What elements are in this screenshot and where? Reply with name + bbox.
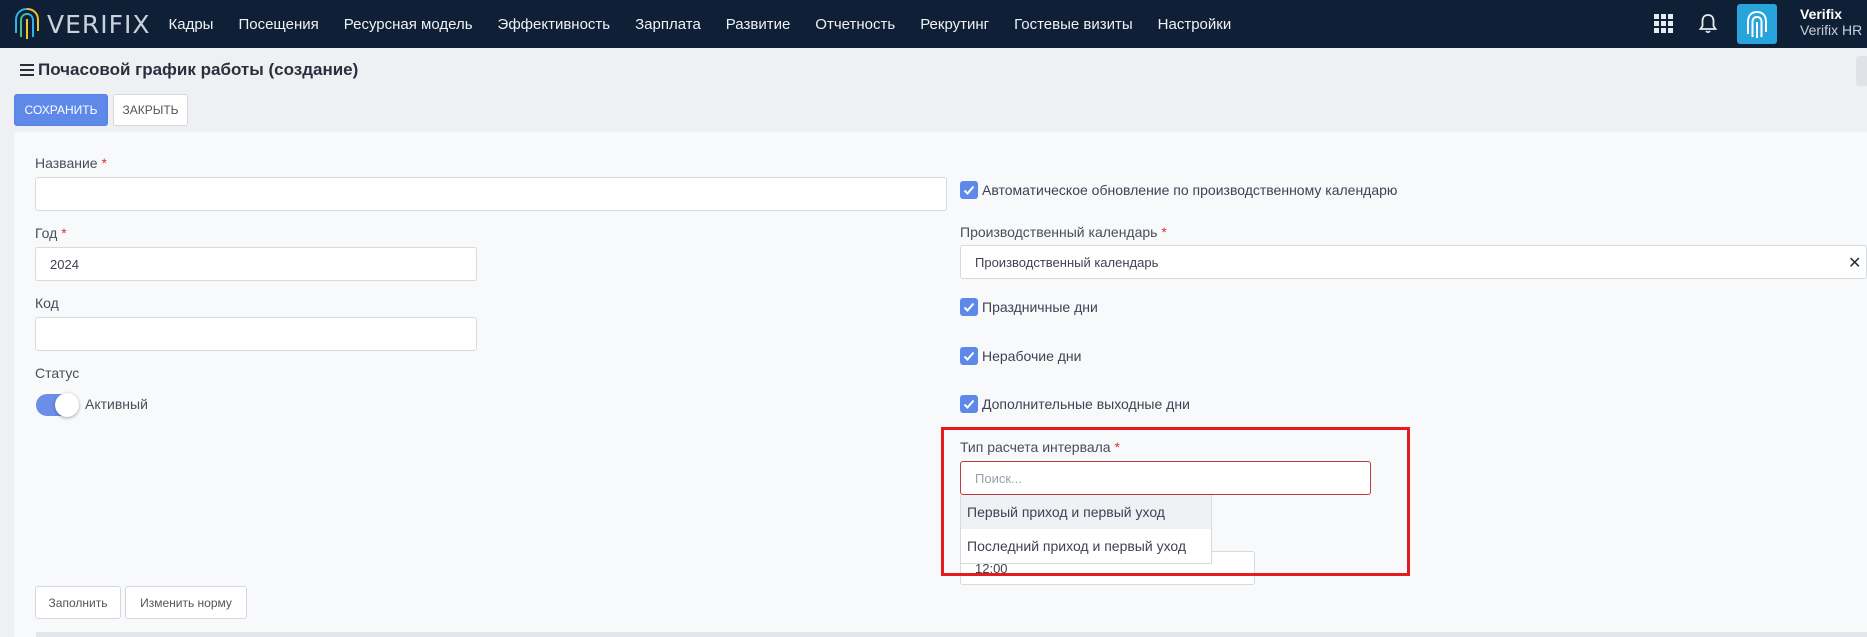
- fill-button[interactable]: Заполнить: [35, 586, 121, 619]
- nav-item-efficiency[interactable]: Эффективность: [485, 16, 623, 33]
- check-icon: [963, 302, 975, 312]
- year-label-text: Год: [35, 225, 58, 241]
- extra-days-off-label: Дополнительные выходные дни: [982, 396, 1190, 412]
- check-icon: [963, 185, 975, 195]
- apps-grid-icon[interactable]: [1654, 14, 1673, 33]
- fingerprint-icon: [15, 8, 39, 39]
- nav-item-settings[interactable]: Настройки: [1145, 16, 1244, 33]
- menu-icon[interactable]: [20, 64, 34, 76]
- page-header: Почасовой график работы (создание): [20, 60, 358, 80]
- status-value: Активный: [85, 396, 148, 412]
- name-label: Название *: [35, 155, 107, 171]
- interval-type-search-input[interactable]: Поиск...: [960, 461, 1371, 495]
- dropdown-option[interactable]: Последний приход и первый уход: [961, 529, 1211, 563]
- nav-item-salary[interactable]: Зарплата: [623, 16, 714, 33]
- nav-item-kadry[interactable]: Кадры: [156, 16, 226, 33]
- search-placeholder: Поиск...: [975, 470, 1022, 486]
- close-icon[interactable]: ✕: [1848, 253, 1861, 273]
- required-mark: *: [1114, 439, 1120, 455]
- check-icon: [963, 351, 975, 361]
- side-panel-tab[interactable]: [1856, 56, 1867, 86]
- close-button[interactable]: ЗАКРЫТЬ: [113, 94, 188, 126]
- auto-update-checkbox[interactable]: [960, 181, 978, 199]
- code-label: Код: [35, 295, 59, 311]
- interval-type-dropdown: Первый приход и первый уход Последний пр…: [960, 495, 1212, 564]
- required-mark: *: [61, 225, 67, 241]
- holidays-label: Праздничные дни: [982, 299, 1098, 315]
- nav-item-recruiting[interactable]: Рекрутинг: [908, 16, 1002, 33]
- year-label: Год *: [35, 225, 67, 241]
- code-input[interactable]: [35, 317, 477, 351]
- logo-text: VERIFIX: [47, 9, 151, 39]
- fingerprint-icon: [1747, 11, 1767, 38]
- nonworking-label: Нерабочие дни: [982, 348, 1082, 364]
- nav-item-guest-visits[interactable]: Гостевые визиты: [1002, 16, 1146, 33]
- name-label-text: Название: [35, 155, 98, 171]
- user-org: Verifix HR: [1800, 22, 1863, 38]
- nav-item-reports[interactable]: Отчетность: [803, 16, 908, 33]
- calendar-select[interactable]: Производственный календарь: [960, 245, 1867, 279]
- calendar-label-text: Производственный календарь: [960, 224, 1158, 240]
- name-input[interactable]: [35, 177, 947, 211]
- calendar-label: Производственный календарь *: [960, 224, 1167, 240]
- interval-type-label: Тип расчета интервала *: [960, 439, 1120, 455]
- nav-item-resource-model[interactable]: Ресурсная модель: [331, 16, 485, 33]
- required-mark: *: [1161, 224, 1167, 240]
- nav-item-development[interactable]: Развитие: [713, 16, 803, 33]
- dropdown-option[interactable]: Первый приход и первый уход: [961, 495, 1211, 529]
- user-name[interactable]: Verifix: [1800, 6, 1842, 22]
- section-divider: [36, 632, 1867, 637]
- main-nav: Кадры Посещения Ресурсная модель Эффекти…: [156, 0, 1244, 48]
- interval-type-label-text: Тип расчета интервала: [960, 439, 1111, 455]
- nonworking-checkbox[interactable]: [960, 347, 978, 365]
- logo[interactable]: VERIFIX: [14, 4, 151, 44]
- extra-days-off-checkbox[interactable]: [960, 395, 978, 413]
- change-norm-button[interactable]: Изменить норму: [125, 586, 247, 619]
- year-input[interactable]: 2024: [35, 247, 477, 281]
- save-button[interactable]: СОХРАНИТЬ: [14, 94, 108, 126]
- status-label: Статус: [35, 365, 80, 381]
- top-navbar: VERIFIX Кадры Посещения Ресурсная модель…: [0, 0, 1867, 48]
- nav-item-attendance[interactable]: Посещения: [226, 16, 331, 33]
- auto-update-label: Автоматическое обновление по производств…: [982, 182, 1398, 198]
- holidays-checkbox[interactable]: [960, 298, 978, 316]
- status-toggle[interactable]: [36, 393, 79, 417]
- required-mark: *: [101, 155, 107, 171]
- check-icon: [963, 399, 975, 409]
- avatar[interactable]: [1737, 4, 1777, 44]
- toggle-knob: [55, 393, 79, 417]
- page-title: Почасовой график работы (создание): [38, 60, 359, 79]
- bell-icon[interactable]: [1698, 13, 1718, 34]
